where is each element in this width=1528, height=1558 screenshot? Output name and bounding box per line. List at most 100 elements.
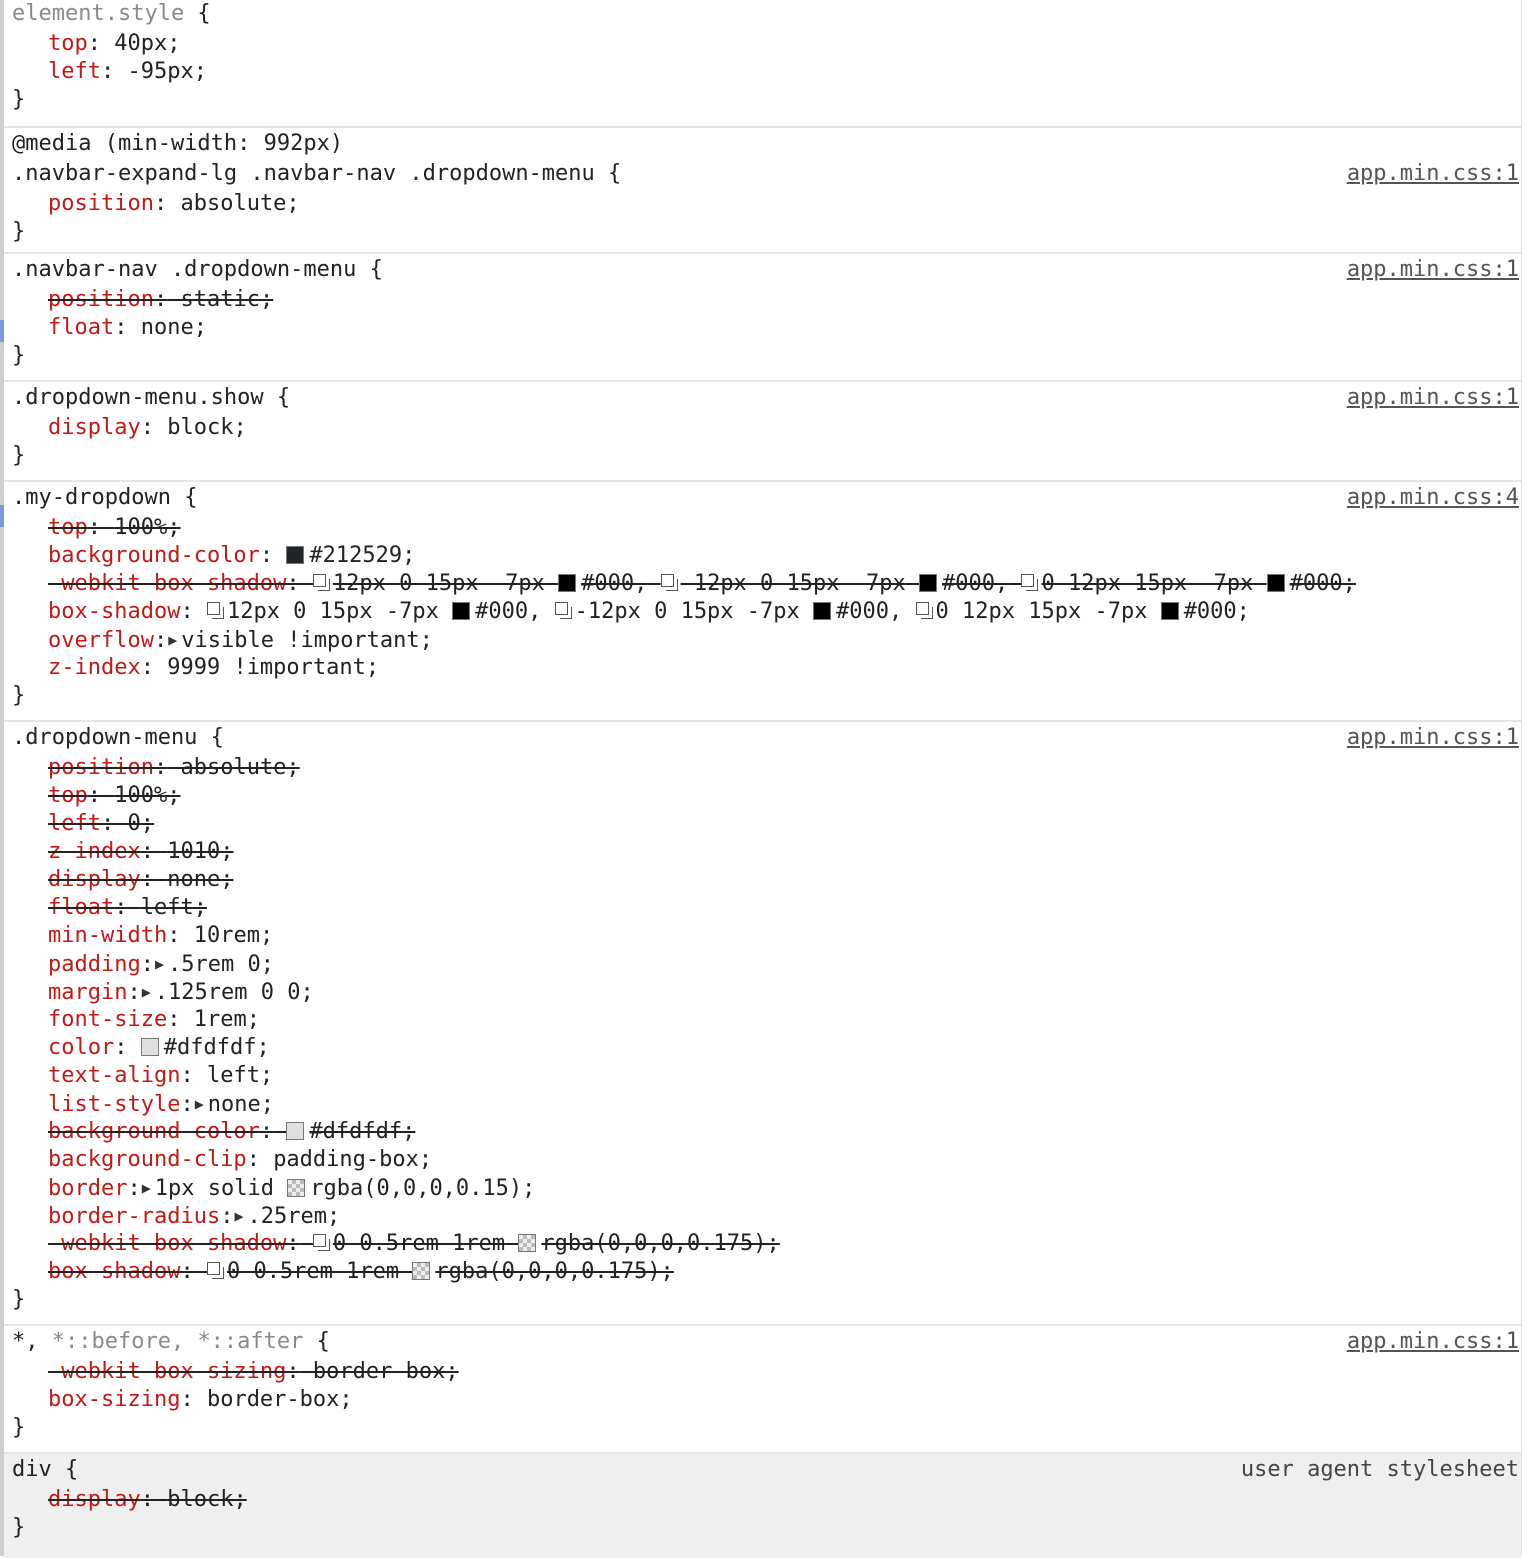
color-swatch[interactable]	[813, 602, 832, 620]
property-name[interactable]: position	[48, 191, 154, 216]
property-name[interactable]: padding	[48, 952, 141, 977]
property-name[interactable]: margin	[48, 980, 127, 1005]
expand-triangle-icon[interactable]: ▶	[195, 1090, 204, 1118]
property-name[interactable]: background-color	[48, 1119, 260, 1144]
declaration[interactable]: overflow:▶ visible !important;	[48, 626, 433, 654]
shadow-editor-icon[interactable]	[1021, 574, 1039, 592]
declaration[interactable]: display: block;	[48, 414, 247, 442]
property-name[interactable]: position	[48, 287, 154, 312]
shadow-editor-icon[interactable]	[915, 602, 934, 620]
declaration[interactable]: position: absolute;	[48, 190, 300, 218]
declaration[interactable]: z-index: 1010;	[48, 838, 233, 866]
declaration[interactable]: border:▶ 1px solid rgba(0,0,0,0.15);	[48, 1174, 535, 1202]
declaration[interactable]: font-size: 1rem;	[48, 1006, 260, 1034]
property-name[interactable]: z-index	[48, 655, 141, 680]
property-name[interactable]: position	[48, 755, 154, 780]
declaration[interactable]: -webkit-box-sizing: border-box;	[48, 1358, 459, 1386]
expand-triangle-icon[interactable]: ▶	[142, 978, 151, 1006]
property-name[interactable]: left	[48, 59, 101, 84]
color-swatch[interactable]	[287, 1179, 306, 1197]
shadow-editor-icon[interactable]	[312, 574, 331, 592]
expand-triangle-icon[interactable]: ▶	[234, 1202, 243, 1230]
property-name[interactable]: display	[48, 415, 141, 440]
selector-dim[interactable]: *::before, *::after	[39, 1329, 304, 1354]
selector[interactable]: .navbar-nav .dropdown-menu	[12, 257, 356, 282]
declaration[interactable]: top: 100%;	[48, 514, 180, 542]
color-swatch[interactable]	[1160, 602, 1179, 620]
shadow-editor-icon[interactable]	[554, 602, 573, 620]
declaration[interactable]: border-radius:▶ .25rem;	[48, 1202, 340, 1230]
declaration[interactable]: display: none;	[48, 866, 233, 894]
color-swatch[interactable]	[1266, 574, 1285, 592]
declaration[interactable]: -webkit-box-shadow: 0 0.5rem 1rem rgba(0…	[48, 1230, 780, 1258]
declaration[interactable]: float: none;	[48, 314, 207, 342]
property-name[interactable]: font-size	[48, 1007, 167, 1032]
color-swatch[interactable]	[558, 574, 577, 592]
color-swatch[interactable]	[286, 1122, 305, 1140]
selector[interactable]: .dropdown-menu	[12, 725, 197, 750]
declaration[interactable]: box-shadow: 12px 0 15px -7px #000, -12px…	[48, 598, 1250, 626]
declaration[interactable]: text-align: left;	[48, 1062, 273, 1090]
property-name[interactable]: box-shadow	[48, 599, 180, 624]
property-name[interactable]: top	[48, 783, 88, 808]
source-link[interactable]: app.min.css:1	[1347, 256, 1519, 284]
color-swatch[interactable]	[412, 1262, 431, 1280]
property-name[interactable]: -webkit-box-sizing	[48, 1359, 286, 1384]
property-name[interactable]: box-sizing	[48, 1387, 180, 1412]
declaration[interactable]: position: static;	[48, 286, 273, 314]
property-name[interactable]: float	[48, 315, 114, 340]
expand-triangle-icon[interactable]: ▶	[142, 1174, 151, 1202]
declaration[interactable]: top: 100%;	[48, 782, 180, 810]
color-swatch[interactable]	[140, 1038, 159, 1056]
declaration[interactable]: float: left;	[48, 894, 207, 922]
declaration[interactable]: left: -95px;	[48, 58, 207, 86]
declaration[interactable]: color: #dfdfdf;	[48, 1034, 270, 1062]
pane-scrollbar[interactable]	[1521, 0, 1528, 1556]
property-name[interactable]: float	[48, 895, 114, 920]
expand-triangle-icon[interactable]: ▶	[168, 626, 177, 654]
property-name[interactable]: overflow	[48, 628, 154, 653]
property-name[interactable]: top	[48, 515, 88, 540]
color-swatch[interactable]	[518, 1234, 537, 1252]
selector[interactable]: div	[12, 1457, 52, 1482]
property-name[interactable]: border	[48, 1176, 127, 1201]
source-link[interactable]: app.min.css:1	[1347, 160, 1519, 188]
shadow-editor-icon[interactable]	[206, 602, 225, 620]
declaration[interactable]: display: block;	[48, 1486, 247, 1514]
declaration[interactable]: -webkit-box-shadow: 12px 0 15px -7px #00…	[48, 570, 1356, 598]
property-name[interactable]: box-shadow	[48, 1259, 180, 1284]
selector[interactable]: .navbar-expand-lg .navbar-nav .dropdown-…	[12, 161, 595, 186]
property-name[interactable]: display	[48, 1487, 141, 1512]
declaration[interactable]: padding:▶ .5rem 0;	[48, 950, 274, 978]
color-swatch[interactable]	[452, 602, 471, 620]
source-link[interactable]: app.min.css:1	[1347, 1328, 1519, 1356]
property-name[interactable]: list-style	[48, 1092, 180, 1117]
property-name[interactable]: border-radius	[48, 1204, 220, 1229]
color-swatch[interactable]	[919, 574, 937, 592]
property-name[interactable]: background-color	[48, 543, 260, 568]
source-link[interactable]: app.min.css:1	[1347, 384, 1519, 412]
declaration[interactable]: box-shadow: 0 0.5rem 1rem rgba(0,0,0,0.1…	[48, 1258, 674, 1286]
property-name[interactable]: -webkit-box-shadow	[48, 571, 286, 596]
declaration[interactable]: min-width: 10rem;	[48, 922, 273, 950]
property-name[interactable]: color	[48, 1035, 114, 1060]
property-name[interactable]: top	[48, 31, 88, 56]
declaration[interactable]: background-clip: padding-box;	[48, 1146, 432, 1174]
expand-triangle-icon[interactable]: ▶	[155, 950, 164, 978]
selector[interactable]: .my-dropdown	[12, 485, 171, 510]
property-name[interactable]: min-width	[48, 923, 167, 948]
selector[interactable]: .dropdown-menu.show	[12, 385, 264, 410]
shadow-editor-icon[interactable]	[312, 1234, 331, 1252]
source-link[interactable]: app.min.css:1	[1347, 724, 1519, 752]
declaration[interactable]: background-color: #212529;	[48, 542, 415, 570]
shadow-editor-icon[interactable]	[660, 574, 679, 592]
property-name[interactable]: z-index	[48, 839, 141, 864]
declaration[interactable]: background-color: #dfdfdf;	[48, 1118, 415, 1146]
selector[interactable]: *,	[12, 1329, 39, 1354]
declaration[interactable]: list-style:▶ none;	[48, 1090, 274, 1118]
source-link[interactable]: app.min.css:4	[1347, 484, 1519, 512]
declaration[interactable]: margin:▶ .125rem 0 0;	[48, 978, 314, 1006]
declaration[interactable]: position: absolute;	[48, 754, 300, 782]
declaration[interactable]: box-sizing: border-box;	[48, 1386, 353, 1414]
property-name[interactable]: -webkit-box-shadow	[48, 1231, 286, 1256]
